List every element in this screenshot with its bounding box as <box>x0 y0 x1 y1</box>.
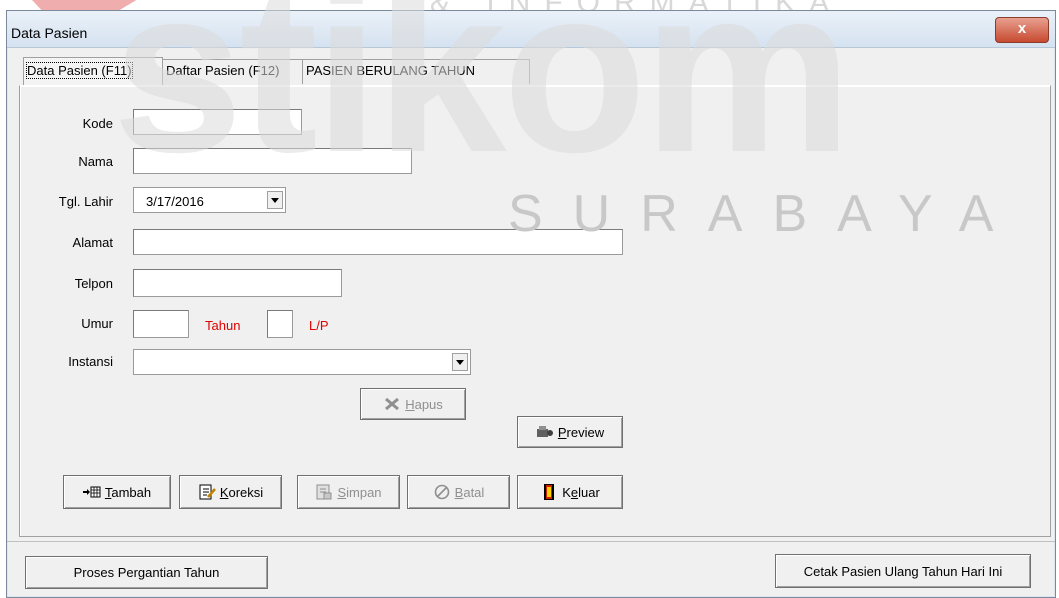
proses-pergantian-tahun-button[interactable]: Proses Pergantian Tahun <box>25 556 268 589</box>
koreksi-button[interactable]: Koreksi <box>179 475 282 509</box>
tab-data-pasien[interactable]: Data Pasien (F11) <box>23 57 163 86</box>
tab-pasien-berulang-tahun[interactable]: PASIEN BERULANG TAHUN <box>302 59 530 84</box>
alamat-input[interactable] <box>133 229 623 255</box>
kode-input[interactable] <box>133 109 302 135</box>
chevron-down-icon[interactable] <box>452 353 468 371</box>
edit-icon <box>198 484 216 500</box>
save-icon <box>315 484 333 500</box>
jenis-kelamin-input[interactable] <box>267 310 293 338</box>
tgl-lahir-value: 3/17/2016 <box>146 194 204 209</box>
telpon-input[interactable] <box>133 269 342 297</box>
tgl-lahir-datepicker[interactable]: 3/17/2016 <box>133 187 286 213</box>
alamat-label: Alamat <box>72 235 113 250</box>
add-record-icon <box>82 484 101 500</box>
kode-label: Kode <box>82 116 113 131</box>
data-pasien-window: Data Pasien x Data Pasien (F11) Daftar P… <box>6 10 1056 598</box>
preview-button[interactable]: Preview <box>517 416 623 448</box>
cancel-icon <box>433 484 451 500</box>
lp-hint-label: L/P <box>309 318 329 333</box>
simpan-button[interactable]: Simpan <box>297 475 400 509</box>
delete-icon <box>383 396 401 412</box>
tab-daftar-pasien[interactable]: Daftar Pasien (F12) <box>162 59 304 84</box>
batal-button[interactable]: Batal <box>407 475 510 509</box>
hapus-button[interactable]: Hapus <box>360 388 466 420</box>
telpon-label: Telpon <box>74 276 113 291</box>
tambah-button[interactable]: Tambah <box>63 475 171 509</box>
exit-door-icon <box>540 484 558 500</box>
keluar-button[interactable]: Keluar <box>517 475 623 509</box>
cetak-pasien-ulang-tahun-button[interactable]: Cetak Pasien Ulang Tahun Hari Ini <box>775 554 1031 588</box>
tgl-lahir-label: Tgl. Lahir <box>58 194 113 209</box>
tahun-unit-label: Tahun <box>205 318 241 333</box>
nama-label: Nama <box>78 154 113 169</box>
nama-input[interactable] <box>133 148 412 174</box>
instansi-select[interactable] <box>133 349 471 375</box>
close-icon: x <box>1017 20 1027 37</box>
preview-icon <box>536 424 554 440</box>
window-title: Data Pasien <box>11 25 88 41</box>
instansi-label: Instansi <box>68 354 113 369</box>
title-bar: Data Pasien x <box>7 11 1055 48</box>
umur-label: Umur <box>81 316 113 331</box>
close-button[interactable]: x <box>995 17 1049 43</box>
umur-input[interactable] <box>133 310 189 338</box>
chevron-down-icon[interactable] <box>267 191 283 209</box>
